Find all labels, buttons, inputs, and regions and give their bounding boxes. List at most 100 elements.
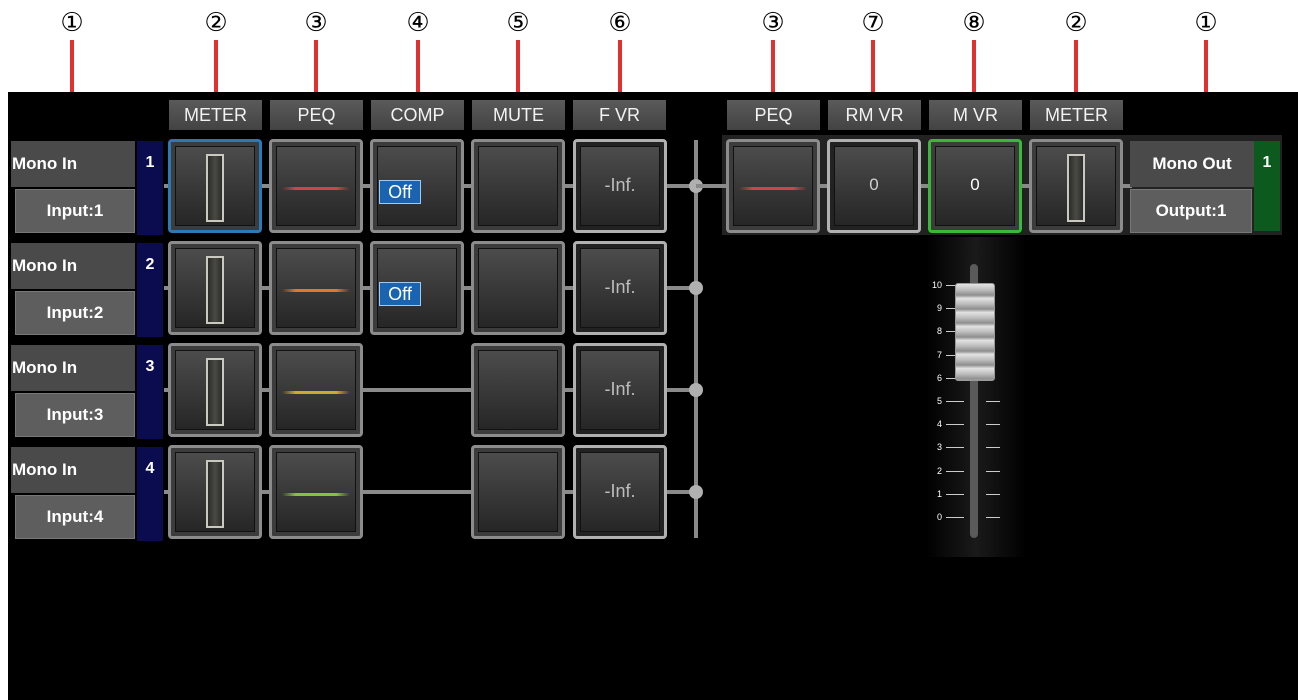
callout-number: ①	[1194, 8, 1218, 38]
callout-number: ③	[761, 8, 785, 38]
fader-scale-tick	[986, 447, 1000, 449]
fvr-button[interactable]: -Inf.	[573, 343, 667, 437]
callout-number: ⑤	[506, 8, 530, 38]
fader-scale-tick	[986, 424, 1000, 426]
level-meter	[206, 154, 224, 222]
fader-scale-tick	[986, 401, 1000, 402]
peq-button[interactable]	[269, 139, 363, 233]
bus-node	[689, 485, 703, 499]
level-meter	[206, 358, 224, 426]
comp-button[interactable]: Off	[370, 241, 464, 335]
header-out-meter: METER	[1030, 100, 1123, 130]
output-port-button[interactable]: Output:1	[1130, 189, 1252, 233]
header-out-peq: PEQ	[727, 100, 820, 130]
peq-button[interactable]	[269, 343, 363, 437]
callout-line	[516, 40, 520, 100]
mvr-button[interactable]: 0	[928, 139, 1022, 233]
header-peq: PEQ	[270, 100, 363, 130]
mute-button[interactable]	[471, 343, 565, 437]
bus-node	[689, 383, 703, 397]
fader-scale-label: 9	[936, 303, 942, 314]
comp-button[interactable]: Off	[370, 139, 464, 233]
out-peq-button[interactable]	[726, 139, 820, 233]
callout-line	[314, 40, 318, 100]
callout-number: ②	[1064, 8, 1088, 38]
fvr-value: -Inf.	[604, 481, 636, 501]
input-name: Mono In	[11, 141, 135, 187]
mute-button[interactable]	[471, 445, 565, 539]
bus-line	[694, 140, 698, 538]
fader-knob[interactable]	[955, 283, 995, 381]
fader-scale-tick	[946, 424, 964, 426]
mute-button[interactable]	[471, 241, 565, 335]
callout-number: ⑧	[962, 8, 986, 38]
peq-curve	[282, 493, 350, 496]
fader-scale-label: 5	[936, 396, 942, 406]
header-fvr: F VR	[573, 100, 666, 130]
fader-scale-label: 4	[936, 419, 942, 430]
level-meter	[206, 256, 224, 324]
input-channel-label: Mono In Input:1 1	[11, 141, 163, 235]
peq-button[interactable]	[269, 241, 363, 335]
mvr-value: 0	[970, 175, 980, 194]
input-port-button[interactable]: Input:2	[15, 291, 135, 335]
callout-number: ⑦	[861, 8, 885, 38]
callout-number: ⑥	[608, 8, 632, 38]
level-meter	[206, 460, 224, 528]
mute-button[interactable]	[471, 139, 565, 233]
bus-to-output-line	[696, 184, 728, 188]
fader-scale-label: 0	[936, 512, 942, 522]
header-mute: MUTE	[472, 100, 565, 130]
callout-line	[214, 40, 218, 100]
out-meter-button[interactable]	[1029, 139, 1123, 233]
channel-number: 1	[137, 141, 163, 235]
fader-scale-tick	[946, 517, 964, 518]
channel-number: 3	[137, 345, 163, 439]
callout-line	[416, 40, 420, 100]
fader-scale-label: 6	[936, 372, 942, 383]
fader-scale-label: 1	[936, 488, 942, 499]
output-channel-number: 1	[1254, 141, 1280, 231]
input-channel-label: Mono In Input:3 3	[11, 345, 163, 439]
fader-scale-tick	[946, 401, 964, 402]
fader-scale-tick	[986, 470, 1000, 472]
peq-curve	[739, 187, 807, 190]
fvr-button[interactable]: -Inf.	[573, 139, 667, 233]
input-name: Mono In	[11, 345, 135, 391]
callout-line	[1074, 40, 1078, 100]
fvr-button[interactable]: -Inf.	[573, 241, 667, 335]
comp-status-badge: Off	[379, 282, 421, 306]
fader-scale-label: 10	[931, 280, 942, 290]
callout-line	[871, 40, 875, 100]
input-name: Mono In	[11, 447, 135, 493]
channel-number: 2	[137, 243, 163, 337]
header-comp: COMP	[371, 100, 464, 130]
output-name: Mono Out	[1130, 141, 1254, 187]
input-port-button[interactable]: Input:1	[15, 189, 135, 233]
callout-number: ②	[204, 8, 228, 38]
header-mvr: M VR	[929, 100, 1022, 130]
channel-number: 4	[137, 447, 163, 541]
input-channel-label: Mono In Input:2 2	[11, 243, 163, 337]
callout-line	[972, 40, 976, 100]
fvr-value: -Inf.	[604, 175, 636, 195]
fader-scale-tick	[946, 447, 964, 449]
fvr-value: -Inf.	[604, 277, 636, 297]
input-port-button[interactable]: Input:3	[15, 393, 135, 437]
meter-button[interactable]	[168, 241, 262, 335]
fvr-button[interactable]: -Inf.	[573, 445, 667, 539]
meter-button[interactable]	[168, 445, 262, 539]
fader-scale-tick	[946, 493, 964, 495]
fader-scale-label: 2	[936, 465, 942, 476]
callout-line	[771, 40, 775, 100]
bus-node	[689, 281, 703, 295]
input-name: Mono In	[11, 243, 135, 289]
peq-button[interactable]	[269, 445, 363, 539]
meter-button[interactable]	[168, 139, 262, 233]
fader-scale-label: 8	[936, 326, 942, 337]
callout-number: ①	[60, 8, 84, 38]
callout-number: ④	[406, 8, 430, 38]
meter-button[interactable]	[168, 343, 262, 437]
rmvr-button[interactable]: 0	[827, 139, 921, 233]
input-port-button[interactable]: Input:4	[15, 495, 135, 539]
